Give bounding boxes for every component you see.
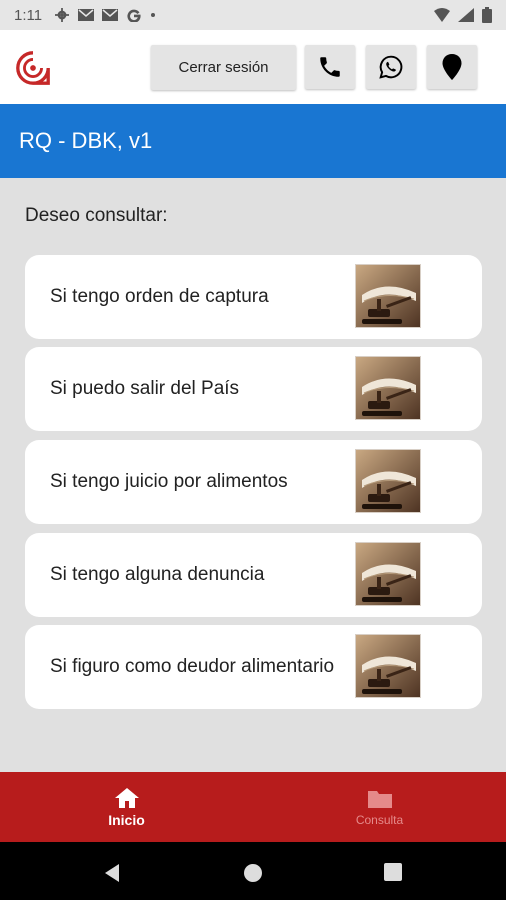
app-bar: RQ - DBK, v1 bbox=[0, 104, 506, 178]
system-navigation-bar bbox=[0, 842, 506, 900]
status-time: 1:11 bbox=[14, 6, 43, 24]
wifi-icon bbox=[434, 8, 450, 22]
nav-label: Inicio bbox=[108, 811, 145, 828]
option-label: Si tengo juicio por alimentos bbox=[50, 471, 288, 492]
mail-icon bbox=[102, 9, 119, 21]
bottom-navigation: Inicio Consulta bbox=[0, 772, 506, 842]
nav-item-consulta[interactable]: Consulta bbox=[253, 772, 506, 842]
option-label: Si figuro como deudor alimentario bbox=[50, 656, 335, 677]
phone-icon bbox=[320, 57, 340, 77]
option-label: Si tengo orden de captura bbox=[50, 286, 269, 307]
option-card-deudor-alimentario[interactable]: Si figuro como deudor alimentario bbox=[25, 625, 482, 709]
folder-icon bbox=[367, 790, 392, 808]
main-content: Deseo consultar: Si tengo orden de captu… bbox=[0, 178, 506, 772]
home-circle-icon[interactable] bbox=[243, 863, 263, 883]
recents-icon[interactable] bbox=[384, 863, 402, 881]
mail-icon bbox=[78, 9, 95, 21]
gavel-image bbox=[355, 542, 421, 606]
logout-button[interactable]: Cerrar sesión bbox=[151, 45, 296, 90]
settings-icon bbox=[55, 8, 70, 22]
gavel-image bbox=[355, 356, 421, 420]
location-button[interactable] bbox=[427, 45, 477, 89]
nav-label: Consulta bbox=[355, 812, 404, 827]
gavel-image bbox=[355, 449, 421, 513]
page-title: RQ - DBK, v1 bbox=[19, 128, 153, 153]
location-icon bbox=[442, 54, 462, 80]
option-card-orden-captura[interactable]: Si tengo orden de captura bbox=[25, 255, 482, 339]
prompt-text: Deseo consultar: bbox=[25, 205, 168, 226]
dot-icon bbox=[151, 13, 156, 17]
gavel-image bbox=[355, 634, 421, 698]
option-card-juicio-alimentos[interactable]: Si tengo juicio por alimentos bbox=[25, 440, 482, 524]
whatsapp-icon bbox=[379, 55, 403, 79]
google-icon bbox=[127, 9, 141, 22]
status-system-icons bbox=[434, 7, 492, 23]
option-card-salir-pais[interactable]: Si puedo salir del País bbox=[25, 347, 482, 431]
status-notification-icons bbox=[54, 8, 156, 22]
signal-icon bbox=[458, 8, 474, 22]
home-icon bbox=[114, 787, 139, 808]
option-label: Si puedo salir del País bbox=[50, 378, 240, 399]
status-bar: 1:11 bbox=[0, 0, 506, 30]
phone-button[interactable] bbox=[305, 45, 355, 89]
battery-icon bbox=[482, 7, 492, 23]
nav-item-inicio[interactable]: Inicio bbox=[0, 772, 253, 842]
app-logo-icon bbox=[16, 51, 50, 85]
option-label: Si tengo alguna denuncia bbox=[50, 564, 265, 585]
back-icon[interactable] bbox=[102, 863, 122, 883]
top-bar: Cerrar sesión bbox=[0, 30, 506, 104]
gavel-image bbox=[355, 264, 421, 328]
option-card-denuncia[interactable]: Si tengo alguna denuncia bbox=[25, 533, 482, 617]
whatsapp-button[interactable] bbox=[366, 45, 416, 89]
